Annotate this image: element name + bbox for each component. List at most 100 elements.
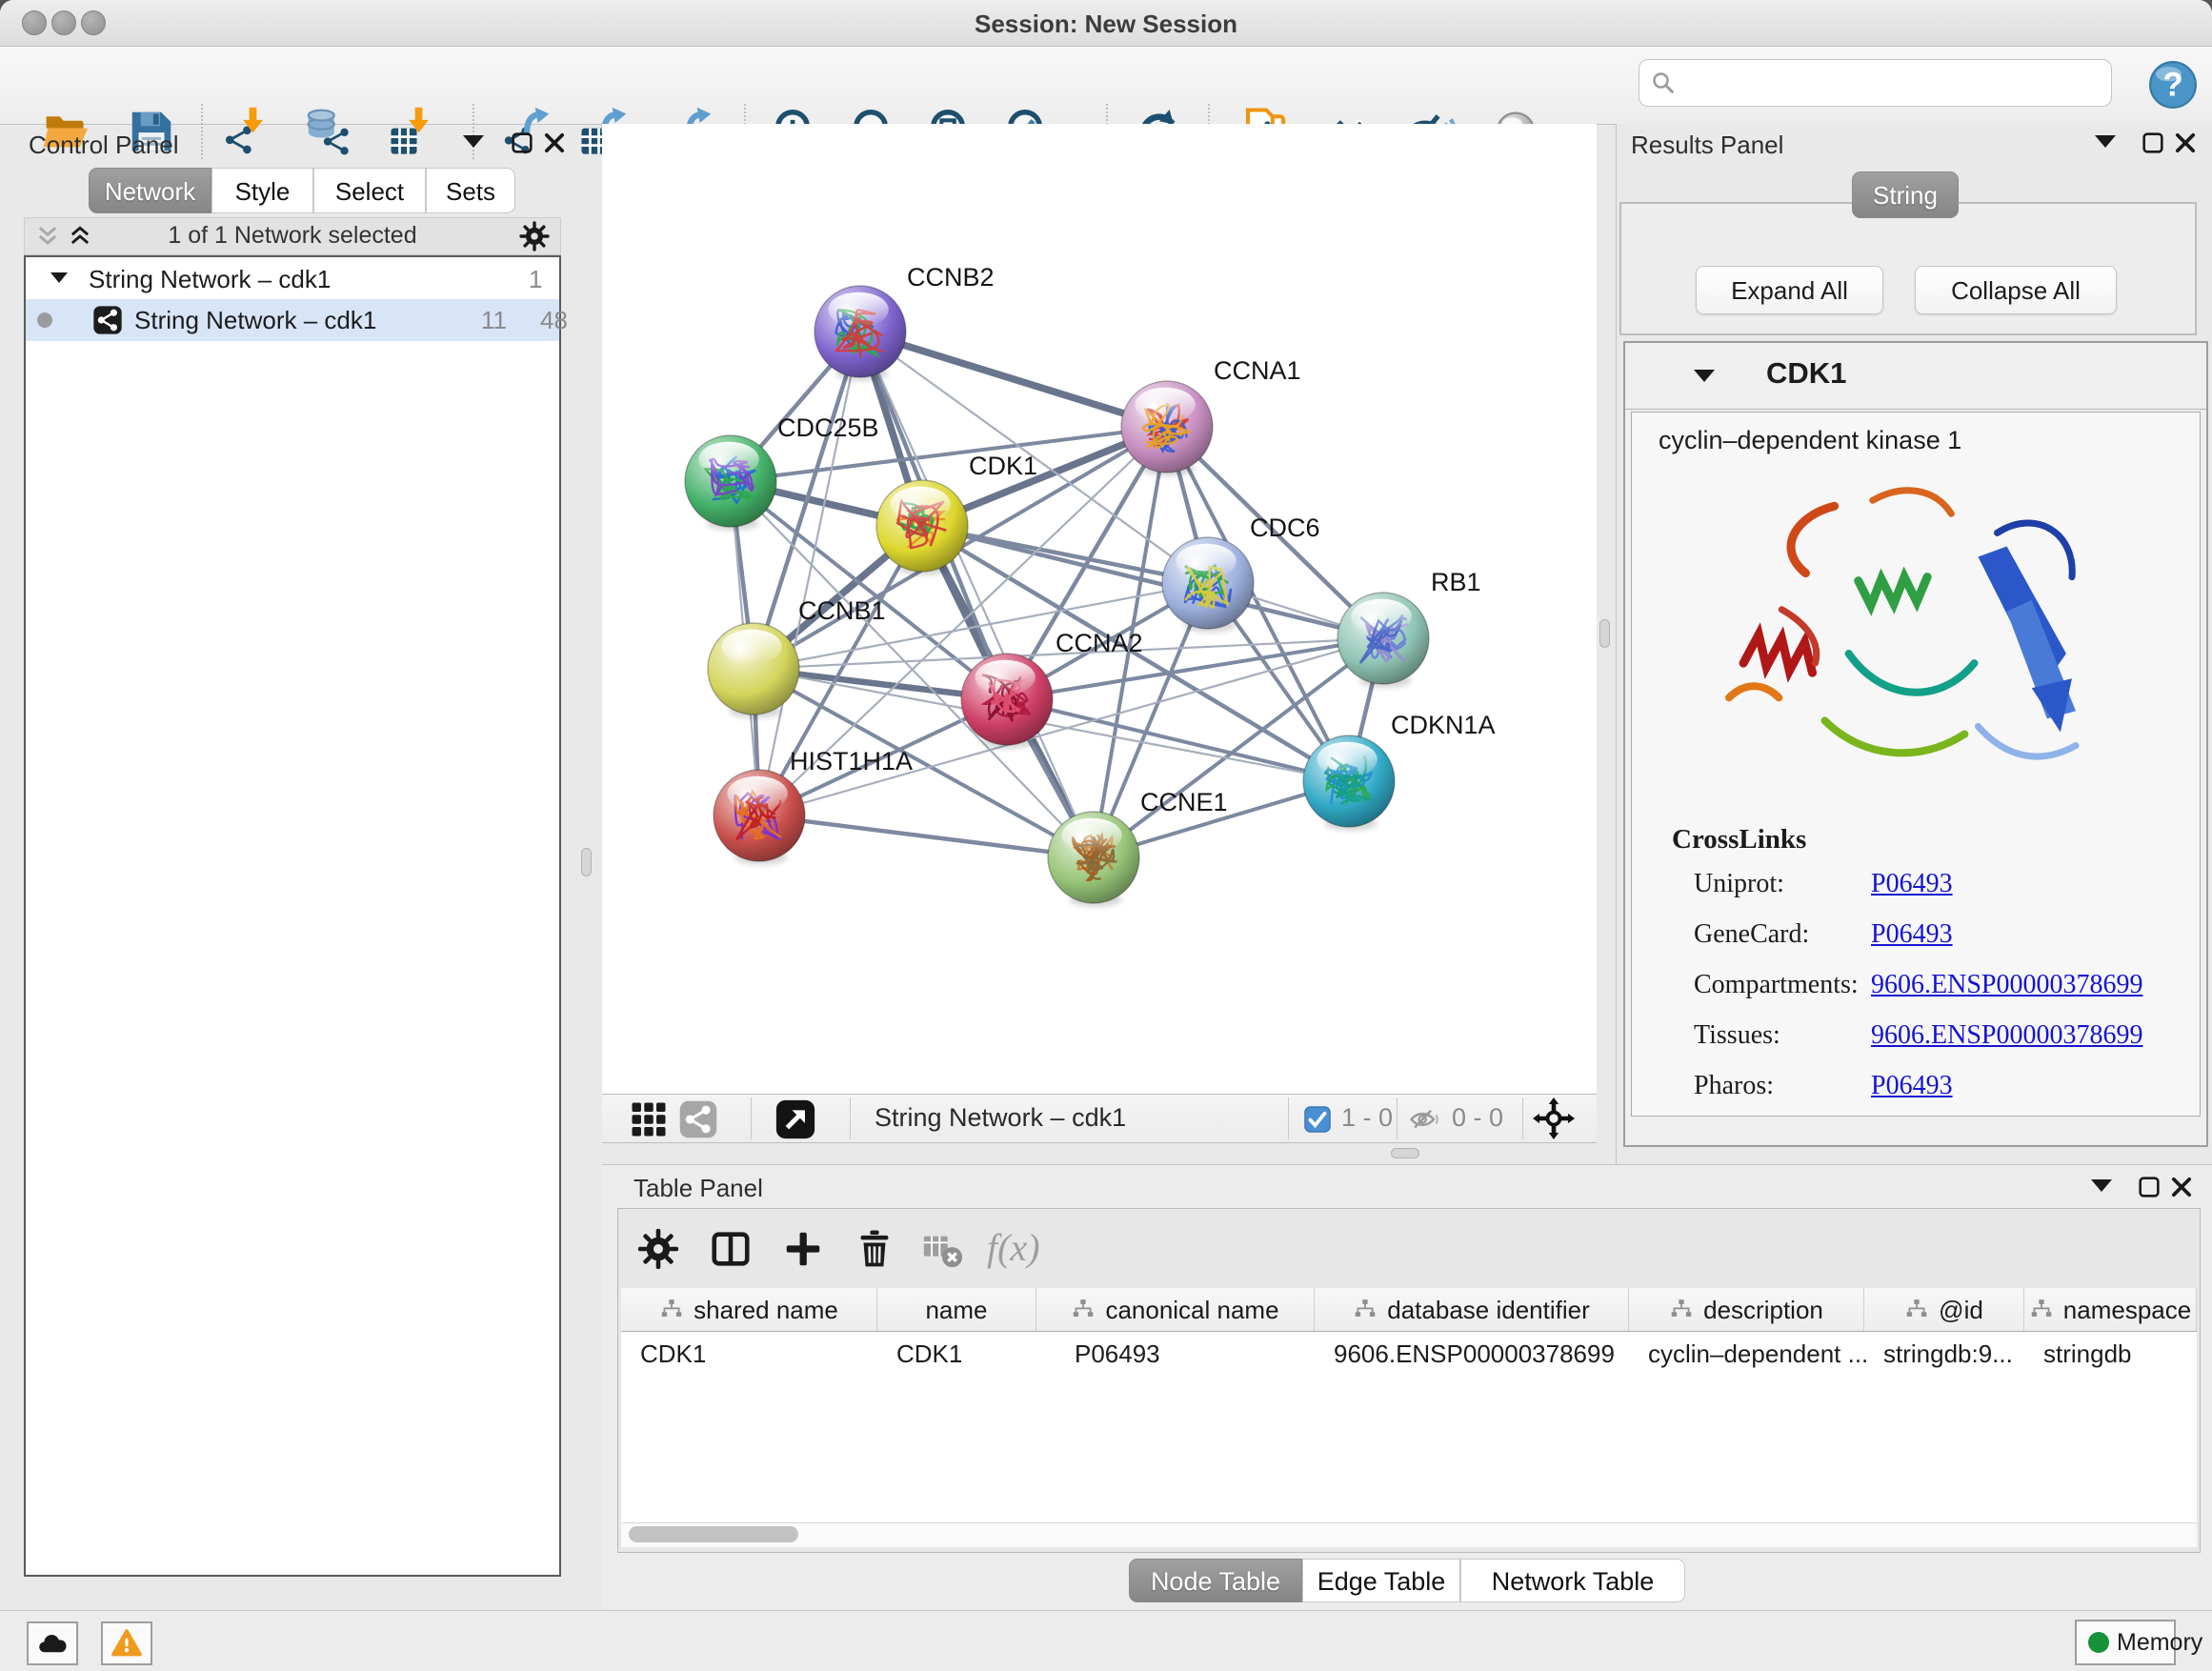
string-view-icon[interactable] [678,1099,718,1139]
collapse-all-button[interactable]: Collapse All [1915,266,2117,314]
crosslink-link-pharos[interactable]: P06493 [1871,1071,1953,1101]
toolbar-separator [473,104,474,159]
results-panel-float-icon[interactable] [2140,130,2166,156]
import-database-icon[interactable] [302,106,353,157]
node-label-CDKN1A: CDKN1A [1391,711,1496,739]
network-node-count: 11 [481,306,507,335]
network-edge-CCNB2-CCNA1 [860,332,1167,427]
gene-section-header[interactable]: CDK1 [1625,343,2206,410]
control-panel-menu-icon[interactable] [463,135,484,148]
import-table-icon[interactable] [387,106,438,157]
bottom-splitter-handle[interactable] [1391,1148,1419,1158]
gene-symbol: CDK1 [1766,356,1846,391]
crosslink-link-tissues[interactable]: 9606.ENSP00000378699 [1871,1020,2142,1051]
memory-button[interactable]: Memory [2075,1620,2176,1665]
tab-node-table[interactable]: Node Table [1129,1559,1302,1602]
table-body[interactable]: CDK1 CDK1 P06493 9606.ENSP00000378699 cy… [621,1332,2197,1522]
selected-checkbox-icon[interactable] [1303,1105,1332,1134]
results-panel-close-icon[interactable] [2172,130,2199,156]
birdseye-grid-icon[interactable] [629,1099,669,1139]
tab-edge-table[interactable]: Edge Table [1302,1559,1460,1602]
control-panel-close-icon[interactable] [541,130,568,156]
column-header-namespace[interactable]: namespace [2024,1288,2197,1332]
left-splitter-handle[interactable] [581,848,592,876]
cell-shared-name[interactable]: CDK1 [640,1339,706,1369]
tab-style[interactable]: Style [211,168,313,213]
crosslink-link-compartments[interactable]: 9606.ENSP00000378699 [1871,970,2142,1000]
shared-column-icon [2029,1298,2054,1322]
table-panel-menu-icon[interactable] [2091,1179,2112,1192]
table-hscrollbar[interactable] [621,1522,2197,1547]
column-header-description[interactable]: description [1629,1288,1864,1332]
gene-detail-box: cyclin–dependent kinase 1 CrossLinks Uni… [1631,412,2201,1117]
network-row-selected[interactable]: String Network – cdk1 11 48 [26,299,559,341]
right-splitter-handle[interactable] [1599,619,1610,648]
cell-database-identifier[interactable]: 9606.ENSP00000378699 [1334,1339,1615,1369]
table-settings-gear-icon[interactable] [636,1227,680,1271]
memory-status-dot [2088,1632,2109,1653]
control-panel-title: Control Panel [29,131,179,160]
crosslink-label: Compartments: [1694,970,1859,1000]
node-label-CDC6: CDC6 [1250,513,1320,542]
cloud-icon [36,1627,69,1660]
import-network-icon[interactable] [221,106,272,157]
column-header-name[interactable]: name [877,1288,1036,1332]
node-label-CCNA2: CCNA2 [1056,629,1143,657]
node-label-RB1: RB1 [1431,568,1481,596]
cell-id[interactable]: stringdb:9... [1883,1339,2013,1369]
open-in-new-icon[interactable] [774,1097,817,1141]
search-input[interactable] [1639,59,2112,107]
add-column-icon[interactable] [781,1227,825,1271]
shared-column-icon [1071,1298,1096,1322]
cloud-button[interactable] [27,1621,78,1665]
tab-select[interactable]: Select [313,168,426,213]
table-hscrollbar-thumb[interactable] [629,1526,798,1542]
delete-table-icon [920,1227,964,1271]
status-bar [0,1610,2212,1671]
svg-text:?: ? [2162,67,2182,104]
node-label-CDC25B: CDC25B [777,413,879,442]
column-header-canonical-name[interactable]: canonical name [1036,1288,1315,1332]
expand-all-button[interactable]: Expand All [1696,266,1883,314]
crosslink-link-uniprot[interactable]: P06493 [1871,869,1953,899]
collection-expander-icon[interactable] [50,272,68,283]
node-label-CCNB1: CCNB1 [798,596,886,625]
crosslink-label: Uniprot: [1694,869,1784,899]
node-label-CCNB2: CCNB2 [907,263,995,292]
column-header--id[interactable]: @id [1864,1288,2024,1332]
fit-content-crosshair-icon[interactable] [1532,1097,1576,1140]
string-app-icon [92,305,123,335]
table-panel-float-icon[interactable] [2136,1174,2162,1200]
network-collection-row[interactable]: String Network – cdk1 1 [26,261,559,299]
tab-sets[interactable]: Sets [426,168,515,213]
protein-structure-image [1687,466,2116,820]
results-panel-menu-icon[interactable] [2095,135,2116,148]
tab-network-table[interactable]: Network Table [1460,1559,1685,1602]
warning-button[interactable] [101,1621,152,1665]
cell-namespace[interactable]: stringdb [2043,1339,2132,1369]
cell-description[interactable]: cyclin–dependent ... [1648,1339,1868,1369]
column-header-shared-name[interactable]: shared name [621,1288,877,1332]
cell-canonical-name[interactable]: P06493 [1075,1339,1160,1369]
tab-network[interactable]: Network [89,168,211,213]
gene-expander-icon[interactable] [1694,370,1715,382]
tab-string[interactable]: String [1852,171,1959,218]
column-header-database-identifier[interactable]: database identifier [1315,1288,1629,1332]
control-panel-float-icon[interactable] [509,130,535,156]
collection-label: String Network – cdk1 [89,265,331,294]
show-columns-icon[interactable] [709,1227,753,1271]
node-label-HIST1H1A: HIST1H1A [790,747,913,775]
window-title: Session: New Session [0,10,2212,39]
network-list: String Network – cdk1 1 String Network –… [24,255,561,1577]
delete-column-trash-icon[interactable] [853,1227,896,1271]
help-icon[interactable]: ? [2147,59,2199,111]
table-header: shared namenamecanonical namedatabase id… [621,1288,2197,1332]
table-panel-close-icon[interactable] [2168,1174,2195,1200]
gear-icon[interactable] [518,220,551,252]
cell-name[interactable]: CDK1 [896,1339,962,1369]
crosslink-label: Pharos: [1694,1071,1774,1101]
toolbar-separator [201,104,203,159]
shared-column-icon [1353,1298,1377,1322]
crosslink-link-genecard[interactable]: P06493 [1871,919,1953,950]
network-canvas[interactable]: CCNB2CCNA1CDC25BCDK1CDC6RB1CCNB1CCNA2CDK… [602,124,1597,1094]
